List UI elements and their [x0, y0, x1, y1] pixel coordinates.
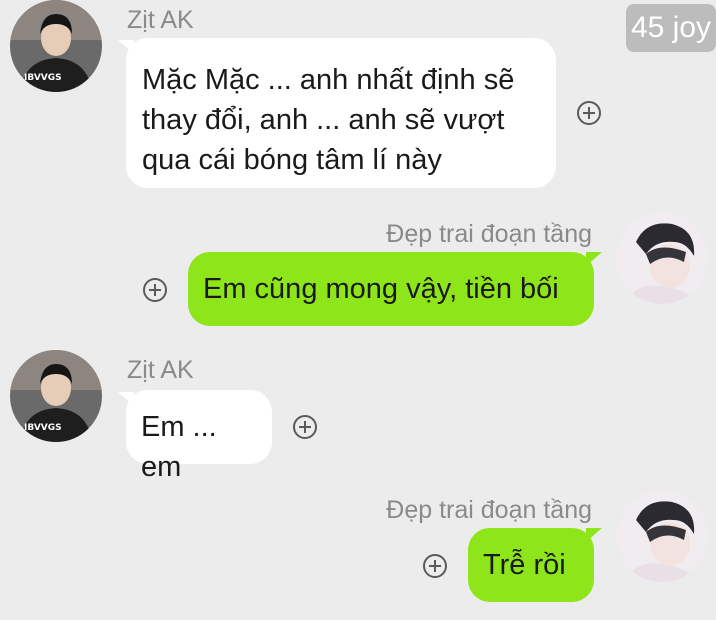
add-reaction-icon[interactable]	[577, 101, 601, 125]
message-bubble[interactable]: Em ... em	[126, 390, 272, 483]
add-reaction-icon[interactable]	[143, 278, 167, 302]
message-text: Em cũng mong vậy, tiền bối	[203, 273, 559, 305]
avatar-image	[616, 212, 708, 304]
watermark-badge: 45 joy	[626, 4, 716, 52]
message-line: thay đổi, anh ... anh sẽ vượt	[142, 104, 505, 136]
add-reaction-icon[interactable]	[293, 415, 317, 439]
avatar-zit-ak[interactable]: IBVVGS	[10, 0, 102, 92]
message-text: Em ... em	[141, 411, 217, 483]
avatar-image: IBVVGS	[10, 350, 102, 442]
sender-name: Zịt AK	[127, 6, 194, 34]
svg-text:IBVVGS: IBVVGS	[24, 423, 62, 433]
avatar-image: IBVVGS	[10, 0, 102, 92]
message-bubble[interactable]: Em cũng mong vậy, tiền bối	[188, 252, 594, 326]
sender-name: Đẹp trai đoạn tầng	[386, 496, 592, 524]
avatar-dep-trai[interactable]	[616, 490, 708, 582]
message-bubble[interactable]: Trễ rồi	[468, 528, 594, 602]
add-reaction-icon[interactable]	[423, 554, 447, 578]
avatar-zit-ak[interactable]: IBVVGS	[10, 350, 102, 442]
sender-name: Zịt AK	[127, 356, 194, 384]
message-bubble[interactable]: Mặc Mặc ... anh nhất định sẽ thay đổi, a…	[126, 38, 556, 188]
svg-text:IBVVGS: IBVVGS	[24, 73, 62, 83]
sender-name: Đẹp trai đoạn tầng	[386, 220, 592, 248]
avatar-image	[616, 490, 708, 582]
message-line: qua cái bóng tâm lí này	[142, 144, 442, 176]
message-line: Mặc Mặc ... anh nhất định sẽ	[142, 64, 515, 96]
avatar-dep-trai[interactable]	[616, 212, 708, 304]
message-text: Trễ rồi	[483, 549, 566, 581]
